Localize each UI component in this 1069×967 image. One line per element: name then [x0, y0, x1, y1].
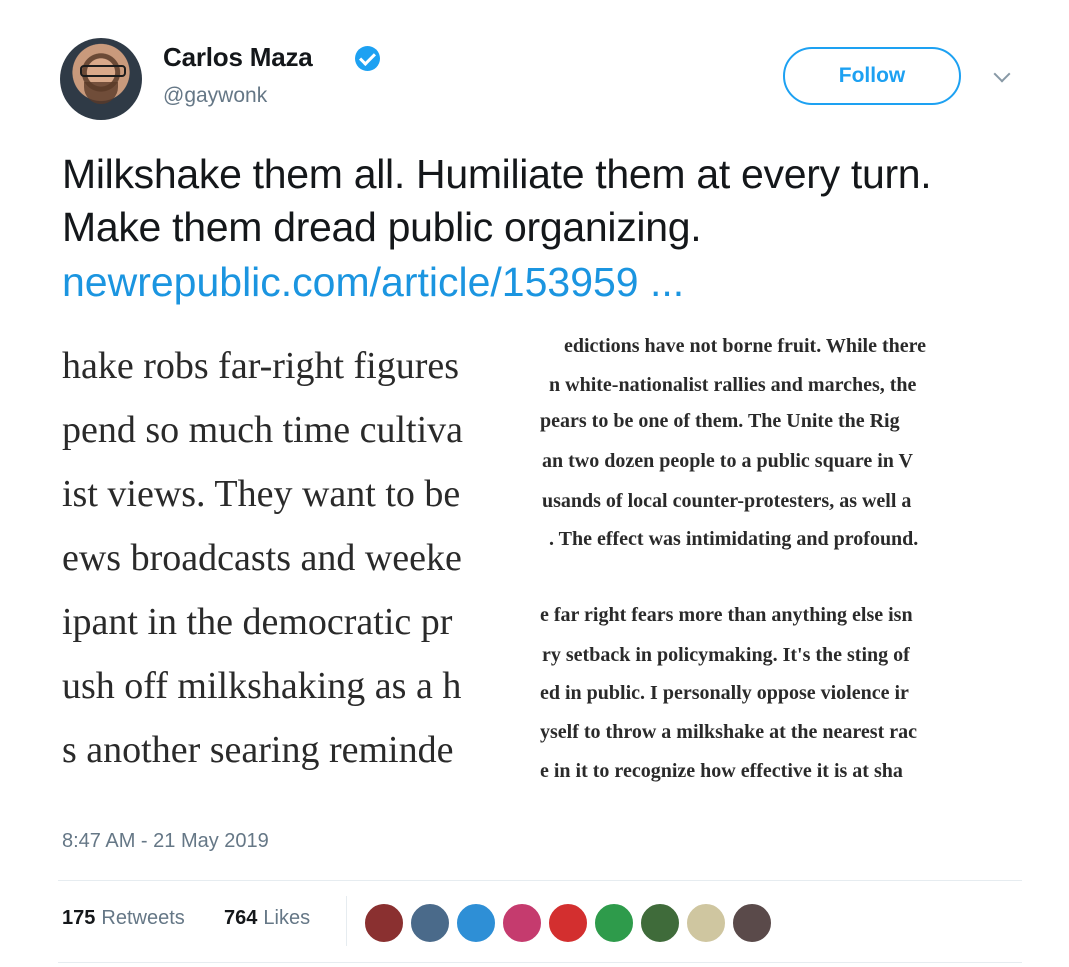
clipping-line: s another searing reminde — [62, 729, 454, 771]
liker-avatar[interactable] — [409, 902, 451, 944]
article-clipping-left: hake robs far-right figures pend so much… — [62, 344, 540, 784]
liker-avatar[interactable] — [363, 902, 405, 944]
clipping-line: pears to be one of them. The Unite the R… — [540, 410, 900, 432]
clipping-line: ipant in the democratic pr — [62, 601, 453, 643]
tweet-timestamp[interactable]: 8:47 AM - 21 May 2019 — [62, 830, 269, 853]
liker-avatar[interactable] — [501, 902, 543, 944]
liker-avatar[interactable] — [547, 902, 589, 944]
retweets-label: Retweets — [101, 907, 185, 929]
tweet-text: Milkshake them all. Humiliate them at ev… — [62, 151, 932, 250]
clipping-line: e in it to recognize how effective it is… — [540, 760, 903, 782]
divider — [58, 880, 1022, 881]
clipping-line: . The effect was intimidating and profou… — [549, 528, 919, 550]
liker-avatar[interactable] — [455, 902, 497, 944]
retweets-stat[interactable]: 175 Retweets — [62, 907, 185, 930]
retweets-count: 175 — [62, 907, 96, 929]
avatar-glasses — [80, 65, 126, 77]
clipping-line: ed in public. I personally oppose violen… — [540, 682, 909, 704]
clipping-line: n white-nationalist rallies and marches,… — [549, 374, 917, 396]
clipping-line: yself to throw a milkshake at the neares… — [540, 721, 917, 743]
clipping-line: ush off milkshaking as a h — [62, 665, 462, 707]
stats-separator — [346, 896, 347, 946]
liker-avatar[interactable] — [639, 902, 681, 944]
clipping-line: ist views. They want to be — [62, 473, 461, 515]
liker-avatar[interactable] — [593, 902, 635, 944]
likes-count: 764 — [224, 907, 258, 929]
clipping-line: an two dozen people to a public square i… — [542, 450, 913, 472]
clipping-line: e far right fears more than anything els… — [540, 604, 913, 626]
verified-badge-icon — [355, 46, 380, 71]
chevron-down-icon[interactable] — [993, 65, 1011, 83]
avatar[interactable] — [60, 38, 142, 120]
clipping-line: pend so much time cultiva — [62, 409, 464, 451]
liker-avatar[interactable] — [685, 902, 727, 944]
clipping-line: edictions have not borne fruit. While th… — [564, 335, 927, 357]
clipping-line: ry setback in policymaking. It's the sti… — [542, 644, 910, 666]
article-clipping-right: edictions have not borne fruit. While th… — [540, 330, 1022, 790]
likes-stat[interactable]: 764 Likes — [224, 907, 310, 930]
clipping-line: hake robs far-right figures — [62, 345, 460, 387]
likes-label: Likes — [263, 907, 311, 929]
divider — [58, 962, 1022, 963]
user-name[interactable]: Carlos Maza — [163, 42, 313, 73]
clipping-line: ews broadcasts and weeke — [62, 537, 462, 579]
follow-button[interactable]: Follow — [783, 47, 961, 105]
avatar-beard — [84, 82, 118, 104]
liker-avatar[interactable] — [731, 902, 773, 944]
clipping-line: usands of local counter-protesters, as w… — [542, 490, 912, 512]
tweet-link[interactable]: newrepublic.com/article/153959 ... — [62, 256, 684, 309]
user-handle[interactable]: @gaywonk — [163, 84, 267, 108]
